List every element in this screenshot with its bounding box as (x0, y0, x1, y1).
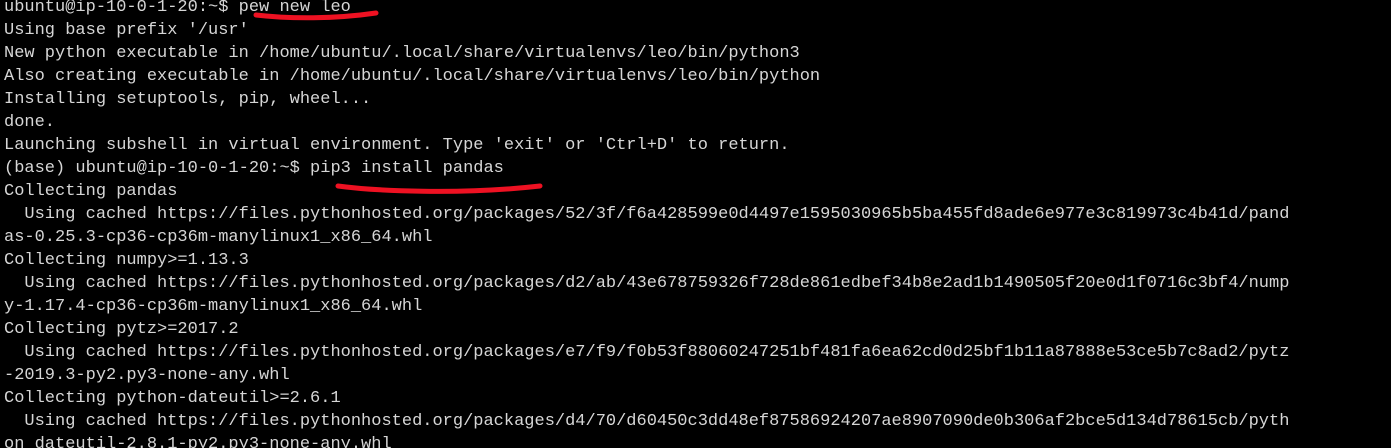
terminal-line: Using cached https://files.pythonhosted.… (4, 205, 1290, 224)
terminal-line: Collecting numpy>=1.13.3 (4, 251, 249, 270)
terminal-line: (base) ubuntu@ip-10-0-1-20:~$ pip3 insta… (4, 159, 504, 178)
terminal-scrollbar[interactable] (1387, 0, 1391, 448)
terminal-line: Installing setuptools, pip, wheel... (4, 90, 372, 109)
terminal-line: Using base prefix '/usr' (4, 21, 249, 40)
terminal-line: Also creating executable in /home/ubuntu… (4, 67, 821, 86)
terminal-line: -2019.3-py2.py3-none-any.whl (4, 366, 290, 385)
terminal-line: Launching subshell in virtual environmen… (4, 136, 790, 155)
terminal-line: on_dateutil-2.8.1-py2.py3-none-any.whl (4, 435, 392, 448)
terminal-line: Using cached https://files.pythonhosted.… (4, 343, 1290, 362)
terminal-line: New python executable in /home/ubuntu/.l… (4, 44, 800, 63)
terminal-line: Collecting pandas (4, 182, 178, 201)
terminal-line: Using cached https://files.pythonhosted.… (4, 274, 1290, 293)
terminal-line: done. (4, 113, 56, 132)
terminal-line: Collecting python-dateutil>=2.6.1 (4, 389, 341, 408)
terminal-window[interactable]: ubuntu@ip-10-0-1-20:~$ pew new leo Using… (0, 0, 1391, 448)
terminal-line: as-0.25.3-cp36-cp36m-manylinux1_x86_64.w… (4, 228, 433, 247)
terminal-line: ubuntu@ip-10-0-1-20:~$ pew new leo (4, 0, 351, 17)
terminal-line: Using cached https://files.pythonhosted.… (4, 412, 1290, 431)
terminal-line: y-1.17.4-cp36-cp36m-manylinux1_x86_64.wh… (4, 297, 423, 316)
terminal-output: ubuntu@ip-10-0-1-20:~$ pew new leo Using… (4, 0, 1289, 448)
terminal-line: Collecting pytz>=2017.2 (4, 320, 239, 339)
